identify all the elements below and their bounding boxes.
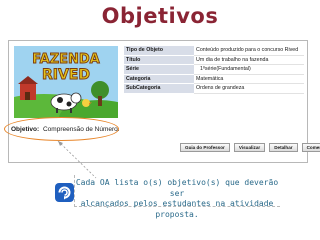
caption-text: Cada OA lista o(s) objetivo(s) que dever…: [74, 178, 280, 220]
comment-button[interactable]: Comentar: [301, 143, 320, 152]
row-label-category: Categoria: [124, 74, 194, 84]
row-value-title: Um dia de trabalho na fazenda: [194, 55, 304, 65]
row-value-subcategory: Ordens de grandeza: [194, 83, 304, 94]
swirl-arrow-icon[interactable]: [55, 183, 74, 202]
teacher-guide-button[interactable]: Guia do Professor: [180, 143, 230, 152]
logo-word-2: RIVED: [42, 67, 90, 83]
row-label-subcategory: SubCategoria: [124, 83, 194, 94]
object-info-table: Tipo de Objeto Conteúdo produzido para o…: [124, 46, 304, 94]
row-value-category: Matemática: [194, 74, 304, 84]
row-label-type: Tipo de Objeto: [124, 46, 194, 56]
game-logo: FAZENDA RIVED: [0, 46, 139, 138]
slide-title: Objetivos: [101, 4, 219, 28]
action-buttons: Guia do Professor Visualizar Detalhar Co…: [180, 143, 320, 152]
row-value-grade: 1ºsérie(Fundamental): [194, 64, 304, 75]
table-row: SubCategoria Ordens de grandeza: [124, 83, 304, 94]
table-row: Título Um dia de trabalho na fazenda: [124, 55, 304, 65]
row-label-title: Título: [124, 55, 194, 65]
highlight-ellipse: [4, 117, 119, 141]
caption-line-1: Cada OA lista o(s) objetivo(s) que dever…: [75, 178, 279, 198]
row-value-type: Conteúdo produzido para o concurso Rived: [194, 46, 304, 56]
view-button[interactable]: Visualizar: [233, 143, 266, 152]
table-row: Tipo de Objeto Conteúdo produzido para o…: [124, 46, 304, 56]
logo-word-1: FAZENDA: [32, 52, 100, 67]
caption-line-2: alcançados pelos estudantes na atividade…: [80, 199, 274, 219]
detail-button[interactable]: Detalhar: [269, 143, 298, 152]
row-label-grade: Série: [124, 64, 194, 75]
table-row: Série 1ºsérie(Fundamental): [124, 64, 304, 75]
table-row: Categoria Matemática: [124, 74, 304, 84]
